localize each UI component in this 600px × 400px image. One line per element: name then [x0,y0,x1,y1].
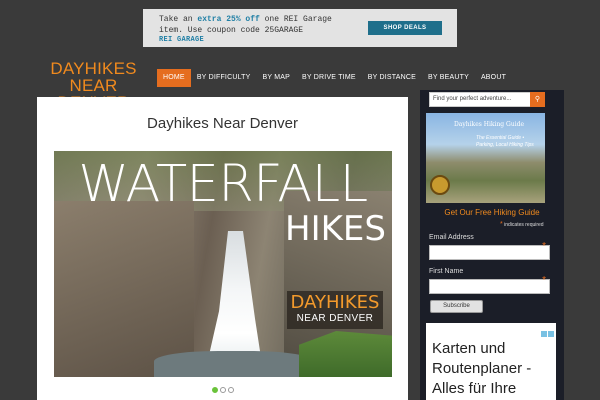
subscribe-button[interactable]: Subscribe [430,300,483,313]
guide-book-subtitle: The Essential Guide • Parking, Local Hik… [476,135,534,148]
top-ad-banner[interactable]: Take an extra 25% off one REI Garage ite… [143,9,457,47]
required-note: * indicates required [500,221,544,228]
ad-line1-post: one REI Garage [259,15,332,24]
ad-line1-pre: Take an [159,15,198,24]
hiking-guide-image[interactable]: Dayhikes Hiking Guide The Essential Guid… [426,113,545,203]
nav-by-difficulty[interactable]: BY DIFFICULTY [191,69,257,87]
nav-by-beauty[interactable]: BY BEAUTY [422,69,475,87]
sidebar-ad[interactable]: Karten und Routenplaner - Alles für Ihre [426,323,556,400]
hero-slide-image[interactable]: WATERFALL HIKES DAYHIKES NEAR DENVER [54,151,392,377]
email-label: Email Address [429,234,474,241]
search-icon: ⚲ [534,96,541,103]
ad-highlight: extra 25% off [197,15,260,24]
sidebar-ad-text: Karten und Routenplaner - Alles für Ihre [432,340,532,397]
nav-by-drive-time[interactable]: BY DRIVE TIME [296,69,362,87]
hero-rock-left [54,201,194,377]
first-name-label: First Name [429,268,464,275]
required-note-text: indicates required [504,222,544,228]
guide-cta-heading: Get Our Free Hiking Guide [444,208,540,217]
slider-dot[interactable] [220,387,226,393]
search-input[interactable]: Find your perfect adventure... [429,92,545,107]
hero-headline: WATERFALL [78,155,368,214]
slider-dots [212,387,234,393]
slider-dot[interactable] [212,387,218,393]
nav-about[interactable]: ABOUT [475,69,512,87]
hero-subheadline: HIKES [285,209,386,249]
nav-home[interactable]: HOME [157,69,191,87]
search-button[interactable]: ⚲ [530,92,545,107]
required-star-icon: * [542,275,546,286]
required-star-icon: * [542,241,546,252]
shop-deals-button[interactable]: SHOP DEALS [368,21,442,35]
hero-badge: DAYHIKES NEAR DENVER [287,291,383,329]
required-star-icon: * [500,221,503,228]
ad-line2: item. Use coupon code 25GARAGE [159,26,304,35]
ad-choices-icon[interactable] [540,324,554,337]
first-name-field[interactable]: * [429,275,550,294]
ad-brand-logo: REI GARAGE [159,36,205,44]
email-field[interactable]: * [429,241,550,260]
hero-pool [154,351,314,377]
logo-line1: DAYHIKES [50,59,137,78]
slider-dot[interactable] [228,387,234,393]
hero-badge-line2: NEAR DENVER [296,313,374,324]
main-nav: HOME BY DIFFICULTY BY MAP BY DRIVE TIME … [157,69,512,87]
nav-by-distance[interactable]: BY DISTANCE [362,69,422,87]
guide-book-title: Dayhikes Hiking Guide [454,121,525,128]
nav-by-map[interactable]: BY MAP [257,69,297,87]
award-seal-icon [430,175,450,195]
hero-badge-line1: DAYHIKES [290,292,380,313]
page-title: Dayhikes Near Denver [147,115,298,132]
ad-text: Take an extra 25% off one REI Garage ite… [159,14,354,36]
main-content: Dayhikes Near Denver WATERFALL HIKES DAY… [37,97,408,400]
